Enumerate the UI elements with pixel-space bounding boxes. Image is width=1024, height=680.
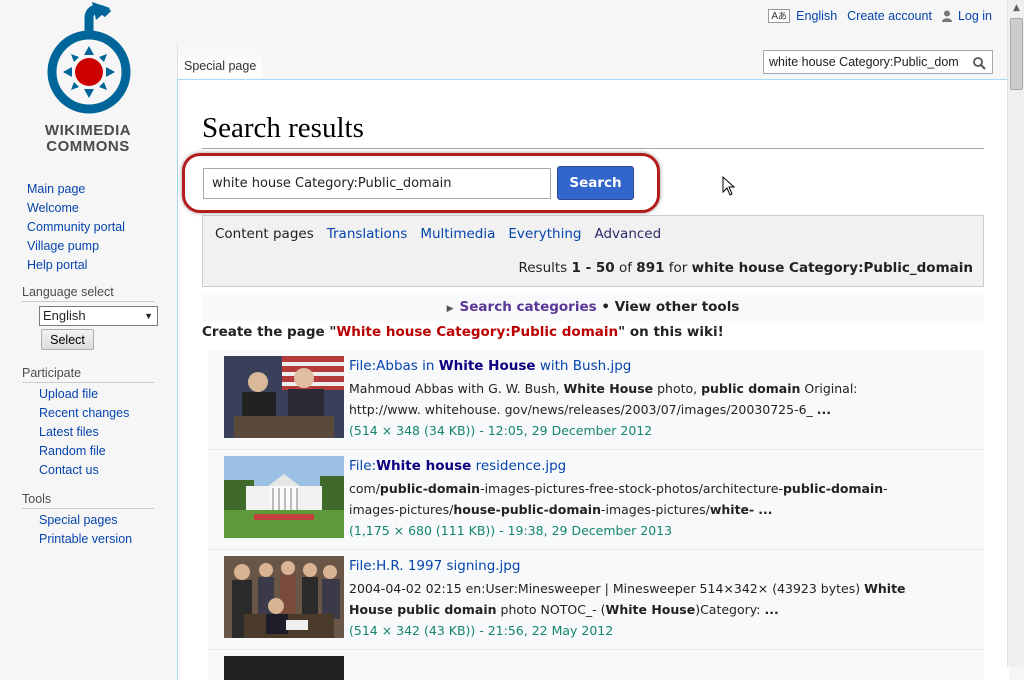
logo-wordmark: WIKIMEDIA COMMONS: [44, 122, 132, 155]
result-meta: (514 × 342 (43 KB)) - 21:56, 22 May 2012: [349, 623, 614, 638]
result-snippet: Mahmoud Abbas with G. W. Bush, White Hou…: [349, 381, 858, 396]
results-prefix: Results: [518, 260, 572, 276]
results-range: 1 - 50: [571, 260, 615, 276]
tools-list: Special pages Printable version: [0, 509, 176, 549]
result-thumbnail[interactable]: [224, 456, 344, 538]
filter-everything[interactable]: Everything: [508, 226, 581, 242]
search-tools-bar: ▶ Search categories • View other tools: [202, 293, 984, 321]
sidebar-item-village-pump[interactable]: Village pump: [27, 239, 99, 253]
search-icon[interactable]: [973, 55, 986, 74]
header-search-input[interactable]: [764, 55, 964, 69]
result-title[interactable]: File:Abbas in White House with Bush.jpg: [349, 356, 909, 378]
create-page-link[interactable]: White house Category:Public domain: [336, 324, 618, 340]
result-body: File:White house residence.jpg com/publi…: [349, 456, 909, 541]
sidebar-item-welcome[interactable]: Welcome: [27, 201, 79, 215]
result-snippet: images-pictures/house-public-domain-imag…: [349, 502, 773, 517]
search-result: File:Abbas in White House with Bush.jpg …: [208, 350, 984, 450]
vertical-scrollbar[interactable]: ▲: [1007, 0, 1024, 667]
sidebar-item-upload-file[interactable]: Upload file: [39, 387, 98, 401]
sidebar-item-recent-changes[interactable]: Recent changes: [39, 406, 129, 420]
language-select-panel: English ▼ Select: [0, 302, 176, 350]
sidebar-item-latest-files[interactable]: Latest files: [39, 425, 99, 439]
login-link[interactable]: Log in: [958, 9, 992, 23]
search-result: File:H.R. 1997 signing.jpg 2004-04-02 02…: [208, 550, 984, 650]
create-prefix: Create the page ": [202, 324, 337, 340]
result-title[interactable]: File:White house residence.jpg: [349, 456, 909, 478]
user-icon: [941, 10, 952, 22]
result-meta: (514 × 348 (34 KB)) - 12:05, 29 December…: [349, 423, 653, 438]
participate-list: Upload file Recent changes Latest files …: [0, 383, 176, 480]
results-query: white house Category:Public_domain: [691, 260, 973, 276]
filter-advanced[interactable]: Advanced: [594, 226, 661, 242]
sidebar-item-random-file[interactable]: Random file: [39, 444, 106, 458]
search-result: [208, 650, 984, 680]
personal-tools: Aあ English Create account Log in: [768, 9, 992, 23]
result-snippet: 2004-04-02 02:15 en:User:Minesweeper | M…: [349, 581, 906, 596]
tab-label: Special page: [184, 59, 257, 73]
title-divider: [202, 148, 984, 149]
header-search-box: [763, 50, 993, 74]
result-thumbnail[interactable]: [224, 656, 344, 680]
result-thumbnail[interactable]: [224, 556, 344, 638]
language-icon[interactable]: Aあ: [768, 9, 791, 23]
sidebar-item-help-portal[interactable]: Help portal: [27, 258, 87, 272]
result-title[interactable]: File:H.R. 1997 signing.jpg: [349, 556, 909, 578]
filter-content-pages[interactable]: Content pages: [215, 226, 314, 242]
sidebar-item-special-pages[interactable]: Special pages: [39, 513, 118, 527]
language-dropdown-value: English: [43, 308, 86, 323]
results-count: Results 1 - 50 of 891 for white house Ca…: [518, 260, 973, 276]
create-suffix: " on this wiki!: [618, 324, 724, 340]
sidebar-item-main-page[interactable]: Main page: [27, 182, 85, 196]
result-thumbnail[interactable]: [224, 356, 344, 438]
main-search-input[interactable]: [203, 168, 551, 199]
sidebar-item-contact-us[interactable]: Contact us: [39, 463, 99, 477]
search-button[interactable]: Search: [557, 166, 634, 200]
result-body: File:Abbas in White House with Bush.jpg …: [349, 356, 909, 441]
page-title: Search results: [202, 112, 364, 144]
create-page-notice: Create the page "White house Category:Pu…: [202, 324, 724, 340]
result-snippet: House public domain photo NOTOC_- (White…: [349, 602, 779, 617]
view-other-tools[interactable]: View other tools: [615, 299, 740, 315]
language-dropdown[interactable]: English ▼: [39, 306, 158, 326]
result-meta: (1,175 × 680 (111 KB)) - 19:38, 29 Decem…: [349, 523, 673, 538]
tools-heading: Tools: [22, 492, 52, 506]
filter-multimedia[interactable]: Multimedia: [420, 226, 495, 242]
filter-translations[interactable]: Translations: [327, 226, 408, 242]
main-content: Search results Search Content pages Tran…: [177, 80, 1009, 680]
scrollbar-thumb[interactable]: [1010, 18, 1023, 90]
sidebar-item-printable-version[interactable]: Printable version: [39, 532, 132, 546]
scroll-up-icon[interactable]: ▲: [1008, 0, 1024, 17]
tab-special-page[interactable]: Special page: [177, 43, 263, 80]
result-snippet: http://www. whitehouse. gov/news/release…: [349, 402, 832, 417]
language-select-button[interactable]: Select: [41, 329, 94, 350]
result-body: File:H.R. 1997 signing.jpg 2004-04-02 02…: [349, 556, 909, 641]
results-of: of: [614, 260, 637, 276]
results-total: 891: [636, 260, 665, 276]
language-link[interactable]: English: [796, 9, 837, 23]
result-snippet: com/public-domain-images-pictures-free-s…: [349, 481, 888, 496]
dropdown-arrow-icon: ▼: [144, 311, 153, 321]
language-select-heading: Language select: [22, 285, 114, 299]
sidebar-item-community-portal[interactable]: Community portal: [27, 220, 125, 234]
results-for: for: [664, 260, 692, 276]
search-categories-link[interactable]: Search categories: [460, 299, 597, 315]
participate-heading: Participate: [22, 366, 82, 380]
search-results-list: File:Abbas in White House with Bush.jpg …: [208, 350, 984, 680]
commons-logo-icon: [47, 2, 131, 114]
expand-arrow-icon[interactable]: ▶: [447, 304, 454, 314]
mouse-cursor-icon: [722, 175, 736, 200]
tools-separator: •: [596, 299, 615, 315]
sidebar: Main page Welcome Community portal Villa…: [0, 180, 176, 549]
search-filter-panel: Content pages Translations Multimedia Ev…: [202, 215, 984, 287]
search-profile-tabs: Content pages Translations Multimedia Ev…: [215, 226, 661, 242]
sidebar-nav: Main page Welcome Community portal Villa…: [0, 180, 176, 275]
search-result: File:White house residence.jpg com/publi…: [208, 450, 984, 550]
create-account-link[interactable]: Create account: [847, 9, 932, 23]
